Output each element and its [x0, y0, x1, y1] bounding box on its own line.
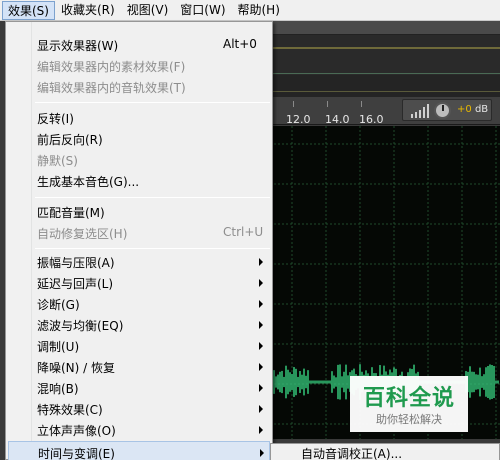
menu-item-label: 调制(U) [37, 340, 80, 354]
menu-item-match-volume[interactable]: 匹配音量(M) [8, 201, 270, 222]
menu-item-label: 振幅与压限(A) [37, 256, 115, 270]
ruler-tick-mark [327, 101, 328, 107]
menu-item-label: 诊断(G) [37, 298, 80, 312]
submenu-arrow-icon [260, 449, 264, 457]
menu-item-silence: 静默(S) [8, 149, 270, 170]
menu-item-invert[interactable]: 反转(I) [8, 107, 270, 128]
menu-item-diagnostics[interactable]: 诊断(G) [8, 293, 270, 314]
menu-item-label: 静默(S) [37, 154, 78, 168]
watermark-title: 百科全说 [362, 386, 455, 411]
menu-item-label: 前后反向(R) [37, 133, 103, 147]
track-line [270, 73, 500, 74]
submenu-arrow-icon [259, 321, 263, 329]
menu-separator [35, 197, 270, 198]
submenu-arrow-icon [259, 342, 263, 350]
menu-item-label: 编辑效果器内的素材效果(F) [37, 60, 186, 74]
submenu-arrow-icon [259, 300, 263, 308]
submenu-arrow-icon [259, 405, 263, 413]
menu-separator [35, 102, 270, 103]
submenu-arrow-icon [259, 279, 263, 287]
menu-item-shortcut: Alt+0 [223, 37, 257, 51]
menu-help[interactable]: 帮助(H) [232, 1, 286, 20]
menu-item-auto-pitch-correction[interactable]: 自动音调校正(A)... [301, 445, 402, 460]
menu-item-edit-clip-effects: 编辑效果器内的素材效果(F) [8, 55, 270, 76]
track-line [270, 91, 500, 92]
ruler-tick-mark [293, 101, 294, 107]
time-pitch-submenu: 自动音调校正(A)... [270, 443, 500, 460]
volume-readout: +0 dB [457, 104, 489, 115]
menu-item-filter-eq[interactable]: 滤波与均衡(EQ) [8, 314, 270, 335]
menu-view[interactable]: 视图(V) [121, 1, 175, 20]
menu-item-label: 反转(I) [37, 112, 74, 126]
menu-item-amplitude-compression[interactable]: 振幅与压限(A) [8, 251, 270, 272]
menu-item-label: 延迟与回声(L) [37, 277, 114, 291]
menu-item-edit-track-effects: 编辑效果器内的音轨效果(T) [8, 76, 270, 97]
menu-item-label: 滤波与均衡(EQ) [37, 319, 124, 333]
menu-item-delay-echo[interactable]: 延迟与回声(L) [8, 272, 270, 293]
ruler-tick-label: 12.0 [286, 113, 311, 126]
menu-item-label: 显示效果器(W) [37, 39, 119, 53]
menu-bar: 效果(S) 收藏夹(R) 视图(V) 窗口(W) 帮助(H) [0, 0, 500, 21]
menu-item-label: 自动修复选区(H) [37, 227, 128, 241]
track-line [270, 47, 500, 49]
menu-effects[interactable]: 效果(S) [2, 0, 55, 20]
toolbar-strip [270, 21, 500, 35]
ruler-tick-label: 16.0 [359, 113, 384, 126]
submenu-arrow-icon [259, 426, 263, 434]
menu-item-special[interactable]: 特殊效果(C) [8, 398, 270, 419]
ruler-tick-label: 14.0 [325, 113, 350, 126]
menu-item-label: 匹配音量(M) [37, 206, 105, 220]
effects-dropdown-menu: 显示效果器(W) Alt+0 编辑效果器内的素材效果(F) 编辑效果器内的音轨效… [5, 21, 273, 460]
menu-item-modulation[interactable]: 调制(U) [8, 335, 270, 356]
menu-item-show-effects-rack[interactable]: 显示效果器(W) Alt+0 [8, 34, 270, 55]
menu-item-label: 降噪(N) / 恢复 [37, 361, 116, 375]
volume-control[interactable]: +0 dB [402, 99, 492, 121]
watermark-logo: 百科全说 助你轻松解决 [350, 376, 468, 432]
track-panel-top [270, 35, 500, 75]
menu-item-reverse[interactable]: 前后反向(R) [8, 128, 270, 149]
menu-item-reverb[interactable]: 混响(B) [8, 377, 270, 398]
menu-item-label: 编辑效果器内的音轨效果(T) [37, 81, 186, 95]
menu-window[interactable]: 窗口(W) [174, 1, 231, 20]
volume-level-icon [411, 104, 429, 118]
menu-item-label: 立体声声像(O) [37, 424, 116, 438]
menu-item-noise-reduction[interactable]: 降噪(N) / 恢复 [8, 356, 270, 377]
submenu-arrow-icon [259, 363, 263, 371]
menu-item-label: 混响(B) [37, 382, 79, 396]
menu-item-shortcut: Ctrl+U [223, 225, 264, 239]
menu-item-generate-tones[interactable]: 生成基本音色(G)... [8, 170, 270, 191]
menu-item-stereo-imagery[interactable]: 立体声声像(O) [8, 419, 270, 440]
menu-item-label: 生成基本音色(G)... [37, 175, 140, 189]
submenu-arrow-icon [259, 384, 263, 392]
menu-item-label: 时间与变调(E) [38, 447, 115, 460]
menu-item-time-pitch[interactable]: 时间与变调(E) [8, 441, 270, 460]
menu-item-label: 特殊效果(C) [37, 403, 103, 417]
menu-favorites[interactable]: 收藏夹(R) [55, 1, 121, 20]
menu-separator [35, 248, 270, 249]
watermark-subtitle: 助你轻松解决 [376, 413, 442, 426]
ruler-tick-mark [361, 101, 362, 107]
menu-item-auto-heal: 自动修复选区(H) Ctrl+U [8, 222, 270, 243]
submenu-arrow-icon [259, 258, 263, 266]
volume-knob[interactable] [434, 102, 451, 119]
